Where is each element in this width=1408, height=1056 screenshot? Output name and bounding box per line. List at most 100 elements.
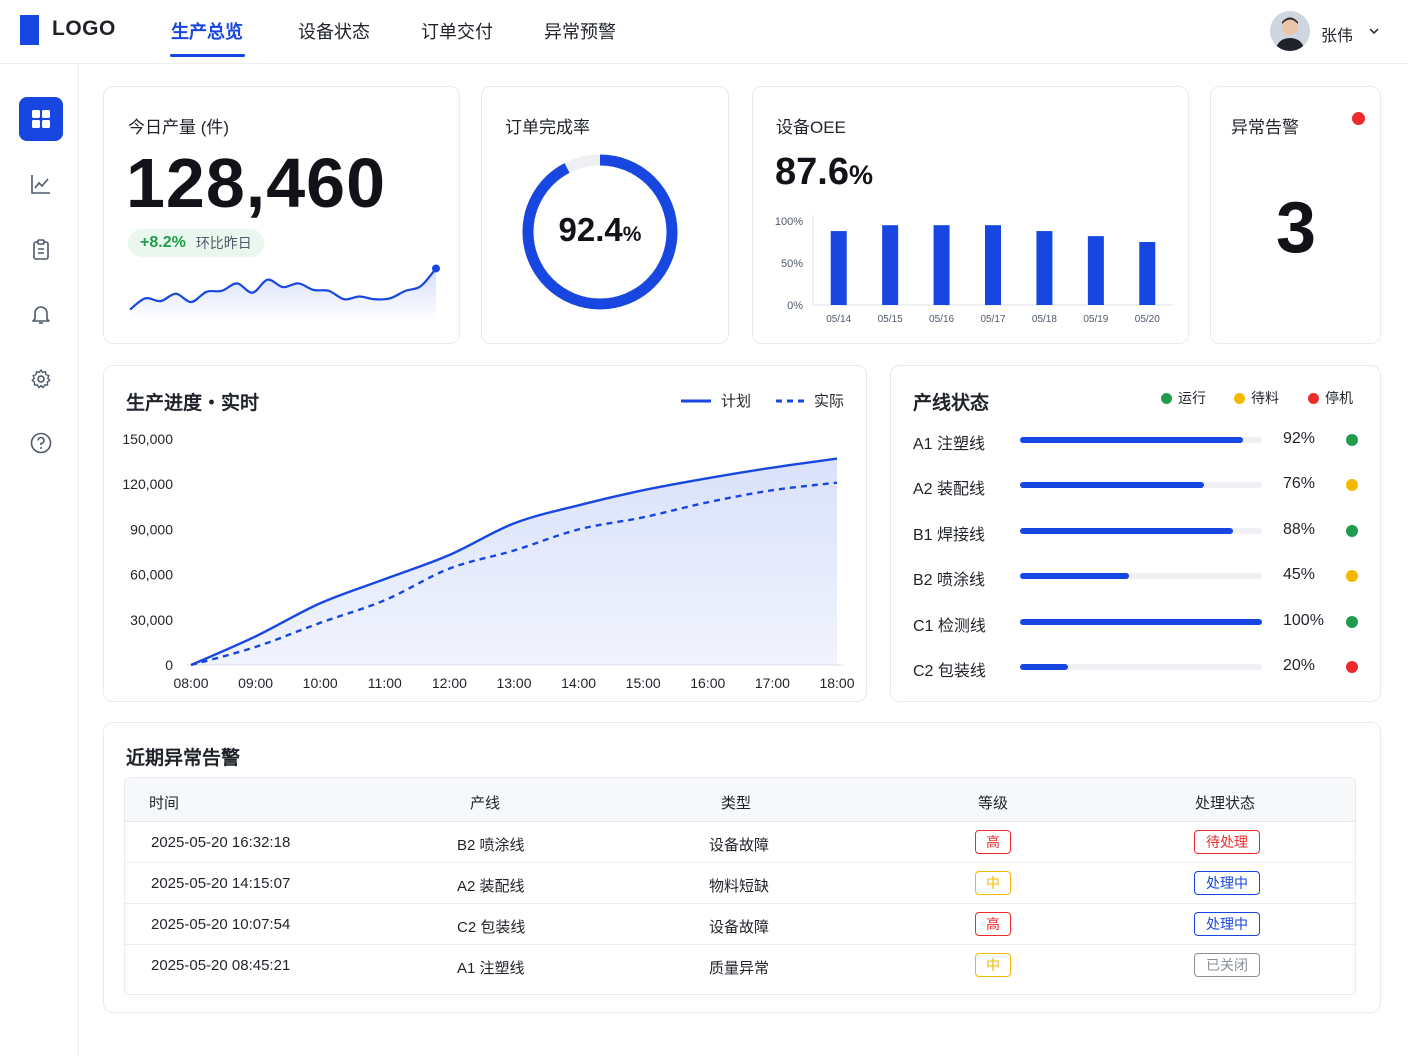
- oee-unit: %: [848, 160, 873, 190]
- cell-time: 2025-05-20 14:15:07: [151, 875, 291, 892]
- line-name: A2 装配线: [913, 481, 986, 499]
- avatar[interactable]: [1270, 11, 1310, 51]
- progress-y-tick-label: 0: [165, 657, 173, 673]
- legend-actual-label: 实际: [814, 393, 845, 410]
- tab-anomaly-warning[interactable]: 异常预警: [544, 18, 616, 44]
- user-name[interactable]: 张伟: [1321, 22, 1353, 46]
- help-icon: [30, 432, 52, 454]
- line-status-row[interactable]: C1 检测线 100%: [913, 610, 1365, 635]
- col-header-status[interactable]: 处理状态: [1195, 792, 1255, 813]
- status-badge[interactable]: 处理中: [1194, 871, 1260, 895]
- sidebar-item-help[interactable]: [19, 421, 63, 465]
- gear-icon: [31, 369, 51, 389]
- sidebar-item-dashboard[interactable]: [19, 97, 63, 141]
- table-row[interactable]: 2025-05-20 10:07:54 C2 包装线 设备故障 高 处理中: [125, 904, 1355, 945]
- col-header-type[interactable]: 类型: [721, 792, 751, 813]
- progress-title: 生产进度・实时: [126, 393, 260, 414]
- status-badge[interactable]: 待处理: [1194, 830, 1260, 854]
- sidebar-item-alerts[interactable]: [19, 292, 63, 336]
- tab-equipment-status[interactable]: 设备状态: [298, 18, 370, 44]
- line-percent: 92%: [1283, 430, 1316, 447]
- alert-indicator-dot: [1352, 112, 1365, 125]
- sidebar-item-settings[interactable]: [19, 357, 63, 401]
- tab-order-delivery[interactable]: 订单交付: [421, 18, 493, 44]
- cell-line: A1 注塑线: [457, 960, 525, 977]
- order-rate-card: 订单完成率 92.4%: [481, 86, 729, 344]
- oee-y-tick-label: 100%: [775, 216, 803, 228]
- progress-y-tick-label: 30,000: [130, 612, 173, 628]
- trend-chart-icon: [31, 175, 50, 194]
- oee-card: 设备OEE 87.6% 100% 50% 0% 05/14 05/15 05/16 05/1…: [752, 86, 1189, 344]
- oee-value: 87.6: [775, 151, 849, 193]
- line-status-row[interactable]: B2 喷涂线 45%: [913, 564, 1365, 590]
- line-status-row[interactable]: B1 焊接线 88%: [913, 519, 1365, 544]
- col-header-line[interactable]: 产线: [470, 792, 500, 813]
- oee-bar: [830, 231, 847, 305]
- legend-stopped: 停机: [1308, 388, 1353, 408]
- col-header-time[interactable]: 时间: [149, 792, 179, 813]
- sparkline-end-point: [432, 264, 440, 273]
- col-header-level[interactable]: 等级: [978, 792, 1008, 813]
- line-status-row[interactable]: C2 包装线 20%: [913, 655, 1365, 680]
- line-name: B1 焊接线: [913, 526, 986, 544]
- progress-x-tick-label: 15:00: [626, 675, 661, 691]
- output-card: 今日产量 (件) 128,460 +8.2% 环比昨日: [103, 86, 460, 344]
- legend-stopped-label: 停机: [1325, 390, 1353, 406]
- line-progress-fill: [1020, 527, 1233, 534]
- progress-y-tick-label: 90,000: [130, 521, 173, 537]
- line-progress-fill: [1020, 664, 1069, 670]
- production-progress-chart: 150,000 120,000 90,000 60,000 30,000 008:00 09…: [122, 431, 854, 691]
- cell-type: 物料短缺: [709, 878, 770, 895]
- cell-time: 2025-05-20 08:45:21: [151, 957, 291, 974]
- oee-bar: [933, 225, 950, 305]
- legend-running: 运行: [1161, 388, 1206, 408]
- status-badge[interactable]: 已关闭: [1194, 953, 1260, 977]
- line-status-row[interactable]: A1 注塑线 92%: [913, 428, 1365, 453]
- table-header: 时间 产线 类型 等级 处理状态: [125, 778, 1355, 822]
- status-badge[interactable]: 处理中: [1194, 912, 1260, 936]
- cell-type: 设备故障: [709, 837, 770, 854]
- sidebar-item-trend[interactable]: [19, 162, 63, 206]
- line-progress-fill: [1020, 618, 1262, 625]
- alert-count-title: 异常告警: [1231, 118, 1299, 137]
- progress-x-tick-label: 08:00: [173, 675, 208, 691]
- oee-y-tick-label: 0%: [787, 300, 803, 312]
- cell-line: A2 装配线: [457, 878, 525, 895]
- line-status-dot: [1346, 434, 1358, 446]
- line-name: B2 喷涂线: [913, 572, 986, 590]
- line-status-row[interactable]: A2 装配线 76%: [913, 473, 1365, 499]
- output-sparkline: [129, 264, 440, 321]
- legend-plan-label: 计划: [721, 393, 752, 410]
- sidebar: [0, 64, 79, 1056]
- progress-x-tick-label: 14:00: [561, 675, 596, 691]
- progress-y-tick-label: 150,000: [122, 431, 173, 447]
- alert-count-value: 3: [1275, 188, 1317, 268]
- table-row[interactable]: 2025-05-20 08:45:21 A1 注塑线 质量异常 中 已关闭: [125, 945, 1355, 986]
- order-rate-title: 订单完成率: [505, 118, 590, 137]
- sidebar-item-orders[interactable]: [19, 227, 63, 271]
- order-rate-value: 92.4: [558, 211, 623, 248]
- table-row[interactable]: 2025-05-20 16:32:18 B2 喷涂线 设备故障 高 待处理: [125, 822, 1355, 863]
- top-bar: LOGO 生产总览 设备状态 订单交付 异常预警 张伟: [0, 0, 1408, 64]
- logo[interactable]: LOGO: [52, 17, 116, 41]
- tab-production-overview[interactable]: 生产总览: [171, 18, 243, 44]
- oee-bar-chart: 100% 50% 0% 05/14 05/15 05/16 05/17 05/18 05/19 0…: [775, 215, 1173, 325]
- output-change-badge: +8.2% 环比昨日: [128, 229, 264, 257]
- output-value: 128,460: [126, 144, 387, 222]
- progress-x-tick-label: 18:00: [819, 675, 854, 691]
- oee-x-tick-label: 05/20: [1135, 314, 1160, 325]
- legend-running-label: 运行: [1178, 390, 1206, 406]
- line-status-dot: [1346, 661, 1358, 673]
- line-percent: 100%: [1283, 611, 1324, 629]
- chevron-down-icon[interactable]: [1367, 24, 1381, 38]
- oee-x-tick-label: 05/14: [826, 314, 851, 325]
- table-row[interactable]: 2025-05-20 14:15:07 A2 装配线 物料短缺 中 处理中: [125, 863, 1355, 904]
- line-percent: 20%: [1283, 657, 1316, 674]
- cell-time: 2025-05-20 10:07:54: [151, 916, 291, 933]
- line-percent: 76%: [1283, 475, 1316, 493]
- line-progress-fill: [1020, 437, 1243, 443]
- oee-bar: [985, 225, 1001, 305]
- production-progress-card: 生产进度・实时 计划 实际 150,000 120,000 90,000 60,000…: [103, 365, 867, 702]
- line-progress-track: [1020, 482, 1262, 489]
- alert-count-card: 异常告警 3: [1210, 86, 1381, 344]
